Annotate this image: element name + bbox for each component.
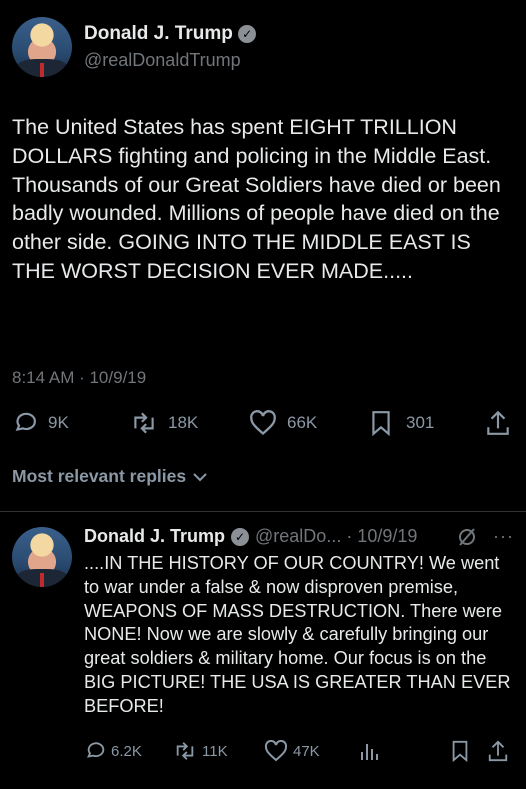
- reply-icon: [87, 742, 105, 758]
- divider: [0, 511, 526, 512]
- reply-handle-date[interactable]: @realDo... · 10/9/19: [255, 526, 417, 547]
- reply-retweet-button[interactable]: 11K: [173, 740, 228, 762]
- share-button[interactable]: [485, 409, 511, 437]
- reply-bookmark-button[interactable]: [450, 740, 470, 762]
- reply-author-name[interactable]: Donald J. Trump: [84, 526, 225, 547]
- author-name[interactable]: Donald J. Trump: [84, 23, 233, 44]
- tweet-timestamp[interactable]: 8:14 AM · 10/9/19: [12, 368, 146, 388]
- reply-count: 9K: [48, 413, 69, 432]
- author-avatar[interactable]: [12, 17, 72, 77]
- reply-header: Donald J. Trump ✓ @realDo... · 10/9/19: [84, 526, 417, 547]
- share-icon: [487, 410, 509, 435]
- retweet-count: 18K: [168, 413, 199, 432]
- bookmark-count: 301: [406, 413, 435, 432]
- views-icon: [361, 744, 378, 760]
- retweet-icon: [134, 412, 154, 434]
- bookmark-icon: [452, 740, 468, 762]
- verified-icon: ✓: [231, 527, 250, 546]
- share-icon: [488, 740, 508, 762]
- retweet-icon: [176, 742, 194, 760]
- chevron-down-icon: [193, 472, 207, 481]
- reply-reply-button[interactable]: 6.2K: [84, 740, 142, 762]
- reply-views-button[interactable]: [358, 740, 380, 762]
- tweet-body: The United States has spent EIGHT TRILLI…: [12, 115, 501, 283]
- bookmark-button[interactable]: 301: [370, 410, 434, 436]
- reply-like-button[interactable]: 47K: [264, 740, 320, 762]
- reply-body: ....IN THE HISTORY OF OUR COUNTRY! We we…: [84, 553, 511, 716]
- verified-icon: ✓: [238, 24, 257, 43]
- retweet-button[interactable]: 18K: [130, 410, 198, 436]
- bookmark-icon: [372, 411, 390, 436]
- reply-like-count: 47K: [293, 742, 320, 760]
- more-icon[interactable]: ···: [493, 526, 514, 547]
- reply-icon: [15, 412, 36, 431]
- like-icon: [264, 740, 288, 762]
- grok-icon[interactable]: [456, 526, 478, 548]
- author-handle[interactable]: @realDonaldTrump: [84, 50, 241, 71]
- replies-sort-label: Most relevant replies: [12, 466, 187, 486]
- reply-reply-count: 6.2K: [111, 742, 142, 760]
- reply-author-avatar[interactable]: [12, 527, 72, 587]
- like-count: 66K: [287, 413, 318, 432]
- reply-share-button[interactable]: [487, 739, 509, 763]
- reply-button[interactable]: 9K: [12, 410, 69, 436]
- replies-sort-dropdown[interactable]: Most relevant replies: [12, 466, 208, 487]
- like-button[interactable]: 66K: [249, 410, 317, 436]
- author-name-row[interactable]: Donald J. Trump ✓: [84, 23, 257, 45]
- like-icon: [250, 410, 276, 436]
- reply-retweet-count: 11K: [202, 742, 228, 760]
